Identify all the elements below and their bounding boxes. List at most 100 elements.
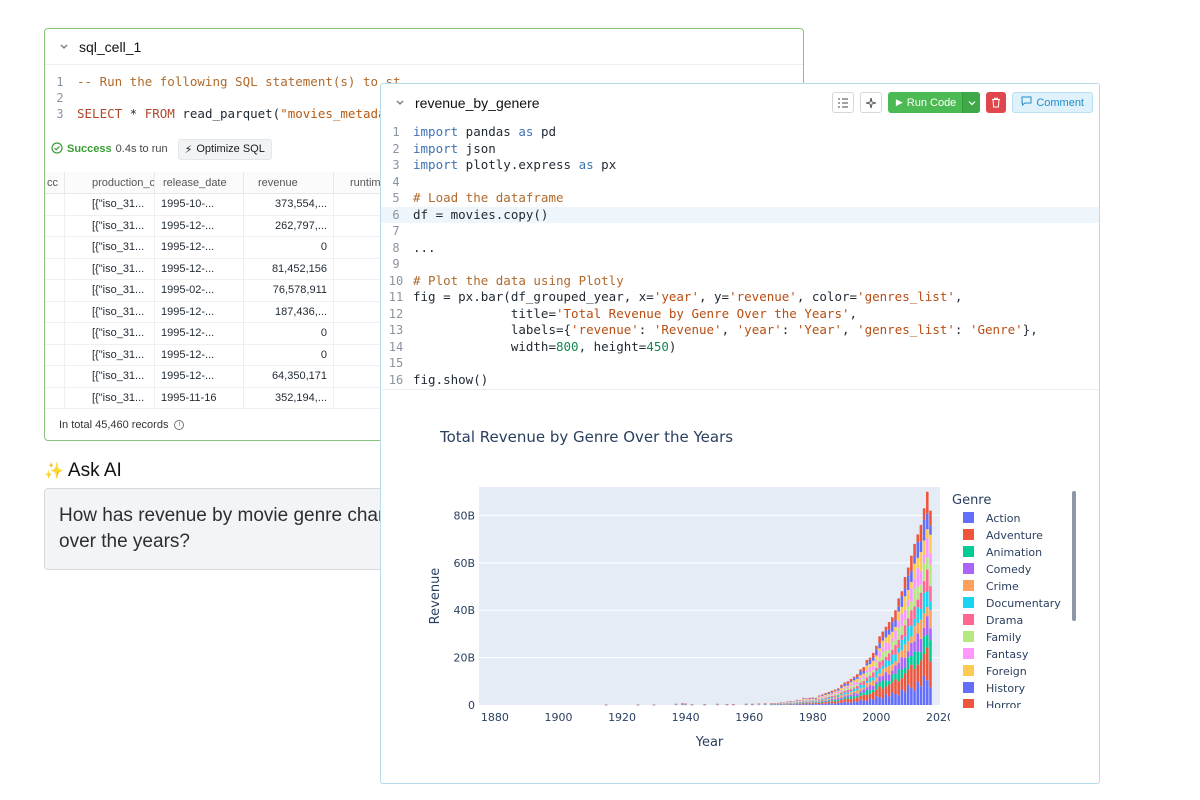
- code-line[interactable]: 4: [381, 174, 1099, 191]
- info-icon[interactable]: i: [174, 420, 185, 430]
- code-line[interactable]: 8...: [381, 240, 1099, 257]
- run-code-button[interactable]: ▶ Run Code: [887, 92, 981, 113]
- chevron-down-icon[interactable]: [57, 39, 73, 55]
- bar-segment: [836, 702, 840, 705]
- bar-segment: [900, 650, 904, 658]
- table-cell[interactable]: [{"iso_31...: [65, 194, 155, 215]
- sql-cell-title[interactable]: sql_cell_1: [79, 39, 141, 55]
- table-cell[interactable]: 1995-12-...: [155, 344, 244, 365]
- table-cell[interactable]: 1995-12-...: [155, 215, 244, 236]
- table-cell[interactable]: [{"iso_31...: [65, 301, 155, 322]
- legend-scrollbar: [1072, 491, 1076, 621]
- table-cell[interactable]: [{"iso_31...: [65, 237, 155, 258]
- table-cell[interactable]: [45, 344, 65, 365]
- table-cell[interactable]: 1995-12-...: [155, 323, 244, 344]
- format-list-icon[interactable]: [831, 92, 854, 113]
- table-cell[interactable]: [{"iso_31...: [65, 215, 155, 236]
- table-cell[interactable]: [45, 387, 65, 408]
- code-token: import: [413, 157, 459, 172]
- code-line[interactable]: 1 import pandas as pd: [381, 124, 1099, 141]
- table-cell[interactable]: [45, 280, 65, 301]
- code-line[interactable]: 2 import json: [381, 141, 1099, 158]
- table-cell[interactable]: [{"iso_31...: [65, 366, 155, 387]
- code-line[interactable]: 10 # Plot the data using Plotly: [381, 273, 1099, 290]
- table-cell[interactable]: 64,350,171: [244, 366, 334, 387]
- table-cell[interactable]: 1995-12-...: [155, 237, 244, 258]
- table-cell[interactable]: [45, 258, 65, 279]
- code-line[interactable]: 15: [381, 355, 1099, 372]
- table-cell[interactable]: 1995-12-...: [155, 301, 244, 322]
- delete-cell-button[interactable]: [986, 92, 1007, 113]
- optimize-sql-button[interactable]: ⚡︎ Optimize SQL: [177, 138, 272, 160]
- bar-segment: [884, 637, 888, 643]
- table-cell[interactable]: 0: [244, 344, 334, 365]
- bar-segment: [824, 702, 827, 704]
- table-cell[interactable]: 1995-02-...: [155, 280, 244, 301]
- bar-segment: [811, 702, 815, 704]
- ai-sparkle-icon[interactable]: [859, 92, 882, 113]
- code-line[interactable]: 16 fig.show(): [381, 371, 1099, 389]
- bar-segment: [894, 679, 897, 695]
- column-header[interactable]: cc: [45, 172, 65, 193]
- table-cell[interactable]: [45, 215, 65, 236]
- column-header[interactable]: release_date: [155, 172, 244, 193]
- table-cell[interactable]: 81,452,156: [244, 258, 334, 279]
- code-line[interactable]: 5 # Load the dataframe: [381, 190, 1099, 207]
- bar-segment: [887, 674, 891, 681]
- python-cell-title[interactable]: revenue_by_genere: [415, 95, 540, 111]
- chevron-down-icon[interactable]: [393, 95, 409, 111]
- bar-segment: [929, 628, 932, 641]
- table-cell[interactable]: 352,194,...: [244, 387, 334, 408]
- bar-segment: [913, 543, 916, 557]
- table-cell[interactable]: 262,797,...: [244, 215, 334, 236]
- table-cell[interactable]: [{"iso_31...: [65, 258, 155, 279]
- table-cell[interactable]: 76,578,911: [244, 280, 334, 301]
- column-header[interactable]: production_cc: [65, 172, 155, 193]
- code-line[interactable]: 9: [381, 256, 1099, 273]
- table-cell[interactable]: [45, 237, 65, 258]
- table-cell[interactable]: 1995-11-16: [155, 387, 244, 408]
- table-cell[interactable]: 0: [244, 323, 334, 344]
- table-cell[interactable]: [{"iso_31...: [65, 387, 155, 408]
- bar-segment: [894, 610, 897, 620]
- table-cell[interactable]: [{"iso_31...: [65, 280, 155, 301]
- code-line[interactable]: 12 title='Total Revenue by Genre Over th…: [381, 306, 1099, 323]
- bar-segment: [875, 645, 878, 650]
- table-cell[interactable]: 1995-12-...: [155, 366, 244, 387]
- table-cell[interactable]: [45, 366, 65, 387]
- python-code-editor[interactable]: 1 import pandas as pd 2 import json 3 import …: [381, 124, 1099, 389]
- bar-segment: [894, 661, 897, 666]
- code-token: as: [578, 157, 594, 172]
- table-cell[interactable]: [45, 194, 65, 215]
- table-cell[interactable]: [45, 323, 65, 344]
- bar-segment: [856, 690, 859, 694]
- code-line[interactable]: 3 import plotly.express as px: [381, 157, 1099, 174]
- code-token: fig.show(): [413, 371, 489, 387]
- bar-segment: [805, 702, 808, 703]
- code-line[interactable]: 7: [381, 223, 1099, 240]
- table-cell[interactable]: [45, 301, 65, 322]
- run-options-dropdown[interactable]: [962, 92, 981, 113]
- code-line[interactable]: 6 df = movies.copy(): [381, 206, 1099, 223]
- bar-segment: [862, 675, 865, 679]
- bar-segment: [849, 691, 853, 693]
- table-cell[interactable]: 1995-12-...: [155, 258, 244, 279]
- bar-segment: [833, 690, 837, 692]
- table-cell[interactable]: 1995-10-...: [155, 194, 244, 215]
- table-cell[interactable]: 0: [244, 237, 334, 258]
- table-cell[interactable]: [{"iso_31...: [65, 323, 155, 344]
- bar-segment: [852, 677, 856, 681]
- bar-segment: [811, 697, 815, 699]
- table-cell[interactable]: 187,436,...: [244, 301, 334, 322]
- table-cell[interactable]: [{"iso_31...: [65, 344, 155, 365]
- bar-segment: [878, 686, 881, 698]
- column-header[interactable]: revenue: [244, 172, 334, 193]
- bar-segment: [821, 700, 824, 702]
- code-line[interactable]: 13 labels={'revenue': 'Revenue', 'year':…: [381, 322, 1099, 339]
- code-text: import json: [411, 141, 496, 158]
- bar-segment: [878, 651, 881, 658]
- comment-button[interactable]: Comment: [1012, 92, 1093, 113]
- code-line[interactable]: 14 width=800, height=450): [381, 339, 1099, 356]
- code-line[interactable]: 11 fig = px.bar(df_grouped_year, x='year'…: [381, 289, 1099, 306]
- table-cell[interactable]: 373,554,...: [244, 194, 334, 215]
